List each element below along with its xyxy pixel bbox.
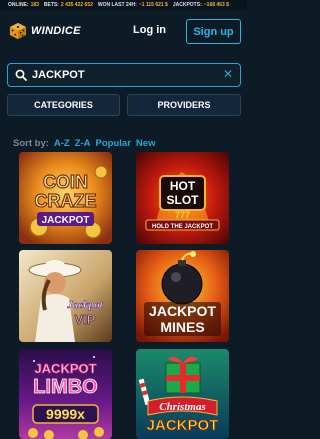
game-tile-hot-slot[interactable]: HOT SLOT 777 HOLD THE JACKPOT [136,152,229,244]
game-title-line: HOLD THE JACKPOT [152,224,213,230]
game-title-line: HOT [170,179,196,193]
game-title-line: JACKPOT [147,417,219,434]
jackpot-vip-artwork: Jackpot VIP [19,250,112,342]
game-title-line: LIMBO [33,376,97,398]
providers-button[interactable]: PROVIDERS [127,94,241,116]
stats-ticker: ONLINE: 183 BETS: 2 435 422 652 WON LAST 2… [0,0,247,10]
game-tile-coin-craze-jackpot[interactable]: COIN CRAZE JACKPOT [19,152,112,244]
jackpot-mines-artwork: JACKPOT MINES [136,250,229,342]
game-title-line: Christmas [159,401,205,413]
signup-button[interactable]: Sign up [186,19,241,44]
ticker-bets: BETS: 2 435 422 652 [43,2,93,8]
categories-button[interactable]: CATEGORIES [7,94,120,116]
game-title-line: COIN [43,172,88,192]
game-title-line: MINES [160,319,204,335]
sort-a-z[interactable]: A-Z [54,138,70,149]
dice-icon [9,22,27,40]
game-title-line: 777 [175,210,190,220]
ticker-online: ONLINE: 183 [8,2,39,8]
jackpot-limbo-artwork: JACKPOT LIMBO 9999x [19,349,112,439]
game-title-line: SLOT [167,193,200,207]
game-title-line: JACKPOT [42,215,90,226]
game-title-line: 9999x [46,406,85,422]
game-title-line: Jackpot [66,299,103,311]
game-tile-jackpot-vip[interactable]: Jackpot VIP [19,250,112,342]
sort-popular[interactable]: Popular [96,138,131,149]
christmas-jackpot-artwork: Christmas JACKPOT [136,349,229,439]
search-input[interactable]: JACKPOT [32,69,85,81]
coin-craze-artwork: COIN CRAZE JACKPOT [19,152,112,244]
game-tile-christmas-jackpot[interactable]: Christmas JACKPOT [136,349,229,439]
sort-bar: Sort by: A-Z Z-A Popular New [13,138,155,149]
sort-label: Sort by: [13,138,49,149]
search-icon [15,69,27,81]
top-header: WINDICE Log in Sign up [0,10,247,56]
login-link[interactable]: Log in [133,24,166,36]
sort-new[interactable]: New [136,138,156,149]
game-title-line: CRAZE [35,191,97,211]
game-title-line: JACKPOT [34,361,96,376]
game-tile-jackpot-mines[interactable]: JACKPOT MINES [136,250,229,342]
game-title-line: VIP [75,312,96,327]
close-icon[interactable]: ✕ [223,67,233,81]
ticker-won: WON LAST 24H: ~1 115 621 $ [97,2,168,8]
game-title-line: JACKPOT [149,303,216,319]
sort-z-a[interactable]: Z-A [75,138,91,149]
brand-name: WINDICE [31,25,81,37]
ticker-jackpots: JACKPOTS: ~168 453 $ [172,2,229,8]
game-tile-jackpot-limbo[interactable]: JACKPOT LIMBO 9999x [19,349,112,439]
search-bar[interactable]: JACKPOT ✕ [7,63,241,87]
brand-logo[interactable]: WINDICE [9,22,81,40]
hot-slot-artwork: HOT SLOT 777 HOLD THE JACKPOT [136,152,229,244]
